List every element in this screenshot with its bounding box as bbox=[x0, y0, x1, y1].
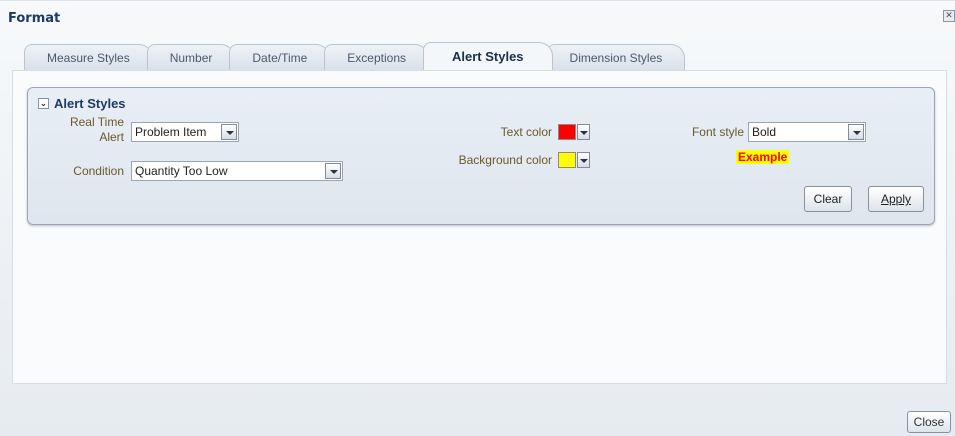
text-color-swatch[interactable] bbox=[558, 124, 576, 140]
font-style-value: Bold bbox=[752, 125, 777, 139]
text-color-label: Text color bbox=[500, 125, 552, 139]
close-button[interactable]: Close bbox=[907, 411, 951, 433]
dropdown-arrow-icon[interactable] bbox=[325, 163, 341, 179]
background-color-swatch[interactable] bbox=[558, 152, 576, 168]
alert-styles-group: ⌄ Alert Styles Real Time Alert Problem I… bbox=[27, 87, 935, 225]
tab-measure-styles[interactable]: Measure Styles bbox=[24, 44, 153, 70]
tab-alert-styles[interactable]: Alert Styles bbox=[423, 42, 553, 70]
close-icon[interactable]: ✕ bbox=[943, 10, 955, 22]
collapse-icon[interactable]: ⌄ bbox=[38, 98, 49, 109]
format-dialog: Format ✕ Measure Styles Number Date/Time… bbox=[0, 0, 955, 436]
font-style-label: Font style bbox=[691, 125, 744, 139]
dropdown-arrow-icon[interactable] bbox=[577, 124, 590, 140]
dropdown-arrow-icon[interactable] bbox=[848, 124, 864, 140]
tab-number[interactable]: Number bbox=[146, 44, 236, 70]
condition-select[interactable]: Quantity Too Low bbox=[131, 161, 343, 181]
tab-exceptions[interactable]: Exceptions bbox=[324, 44, 429, 70]
dropdown-arrow-icon[interactable] bbox=[577, 152, 590, 168]
text-color-picker[interactable] bbox=[558, 122, 590, 142]
real-time-alert-select[interactable]: Problem Item bbox=[131, 122, 239, 142]
alert-styles-title: Alert Styles bbox=[54, 96, 126, 111]
apply-button[interactable]: Apply bbox=[868, 186, 924, 212]
real-time-alert-value: Problem Item bbox=[135, 125, 207, 139]
tab-panel: ⌄ Alert Styles Real Time Alert Problem I… bbox=[12, 70, 947, 384]
tab-bar: Measure Styles Number Date/Time Exceptio… bbox=[24, 42, 686, 70]
real-time-alert-label: Real Time Alert bbox=[52, 115, 124, 145]
background-color-picker[interactable] bbox=[558, 150, 590, 170]
real-time-alert-label-line1: Real Time bbox=[69, 115, 124, 129]
alert-styles-header[interactable]: ⌄ Alert Styles bbox=[38, 96, 126, 111]
condition-value: Quantity Too Low bbox=[135, 164, 228, 178]
dialog-title: Format bbox=[8, 11, 61, 26]
tab-date-time[interactable]: Date/Time bbox=[229, 44, 331, 70]
clear-button[interactable]: Clear bbox=[804, 186, 852, 212]
condition-label: Condition bbox=[73, 164, 124, 178]
tab-dimension-styles[interactable]: Dimension Styles bbox=[546, 44, 686, 70]
real-time-alert-label-line2: Alert bbox=[99, 130, 124, 144]
background-color-label: Background color bbox=[458, 153, 552, 167]
dropdown-arrow-icon[interactable] bbox=[221, 124, 237, 140]
font-style-example: Example bbox=[736, 150, 790, 164]
font-style-select[interactable]: Bold bbox=[748, 122, 866, 142]
